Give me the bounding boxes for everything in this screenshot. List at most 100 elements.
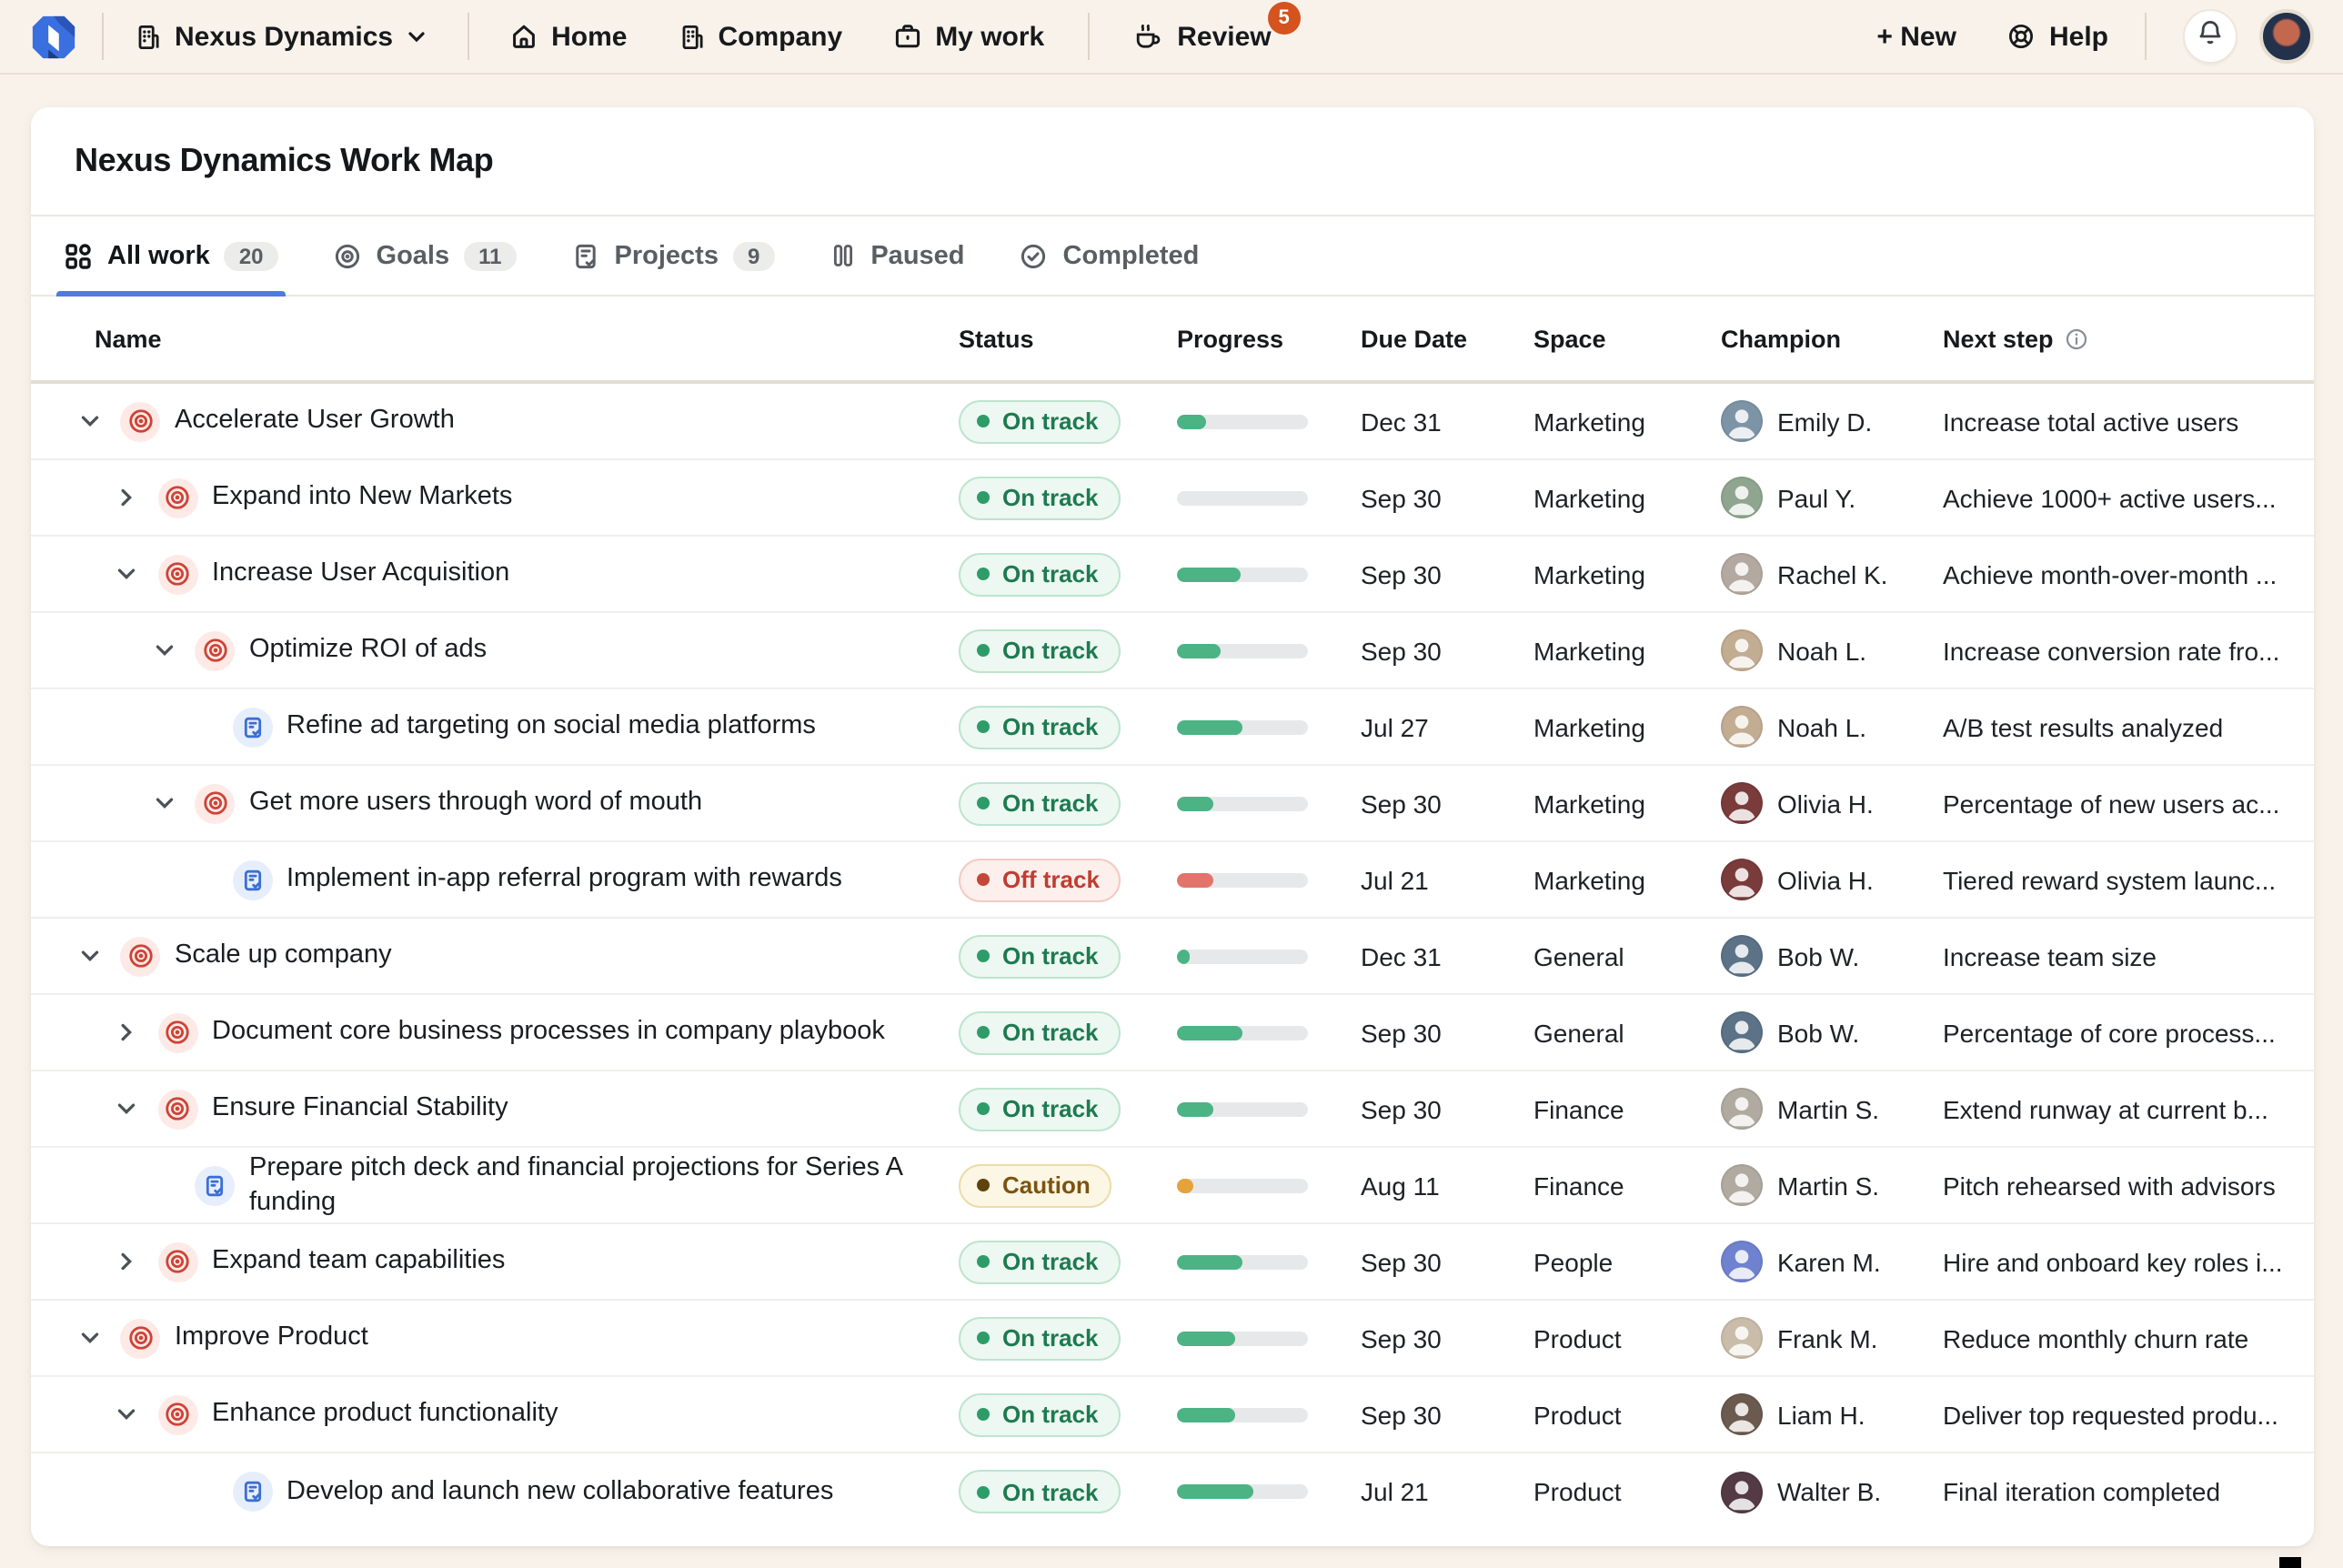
status-badge[interactable]: On track bbox=[959, 399, 1121, 443]
goal-row[interactable]: Expand into New MarketsOn trackSep 30Mar… bbox=[31, 460, 2314, 537]
next-step-cell: Percentage of core process... bbox=[1943, 1018, 2314, 1047]
goal-row[interactable]: Optimize ROI of adsOn trackSep 30Marketi… bbox=[31, 613, 2314, 689]
notifications-button[interactable] bbox=[2183, 9, 2237, 64]
lifebuoy-icon bbox=[2007, 22, 2036, 51]
champion-name: Olivia H. bbox=[1777, 865, 1874, 894]
chevron-down-icon[interactable] bbox=[73, 940, 106, 972]
item-name[interactable]: Refine ad targeting on social media plat… bbox=[287, 709, 816, 744]
progress-fill bbox=[1177, 719, 1242, 734]
chevron-down-icon[interactable] bbox=[110, 1398, 143, 1431]
org-switcher[interactable]: Nexus Dynamics bbox=[135, 21, 427, 52]
champion-avatar bbox=[1721, 1088, 1763, 1130]
goal-row[interactable]: Accelerate User GrowthOn trackDec 31Mark… bbox=[31, 384, 2314, 460]
progress-cell bbox=[1177, 490, 1361, 505]
chevron-down-icon[interactable] bbox=[110, 558, 143, 590]
status-badge[interactable]: On track bbox=[959, 705, 1121, 749]
item-name[interactable]: Ensure Financial Stability bbox=[212, 1091, 508, 1126]
chevron-down-icon[interactable] bbox=[73, 405, 106, 437]
nav-home[interactable]: Home bbox=[509, 21, 627, 52]
item-name[interactable]: Prepare pitch deck and financial project… bbox=[249, 1151, 959, 1219]
status-cell: On track bbox=[959, 1240, 1177, 1283]
chevron-right-icon[interactable] bbox=[110, 1245, 143, 1278]
item-name[interactable]: Get more users through word of mouth bbox=[249, 786, 702, 820]
goal-row[interactable]: Scale up companyOn trackDec 31GeneralBob… bbox=[31, 919, 2314, 995]
champion-avatar bbox=[1721, 1317, 1763, 1359]
user-avatar[interactable] bbox=[2259, 9, 2314, 64]
nav-my-work[interactable]: My work bbox=[893, 21, 1044, 52]
status-dot-icon bbox=[977, 950, 990, 962]
status-badge[interactable]: On track bbox=[959, 1087, 1121, 1131]
status-badge[interactable]: On track bbox=[959, 1316, 1121, 1360]
chevron-right-icon[interactable] bbox=[110, 481, 143, 514]
tab-paused[interactable]: Paused bbox=[825, 216, 968, 295]
space-cell: Marketing bbox=[1534, 865, 1721, 894]
item-name[interactable]: Enhance product functionality bbox=[212, 1397, 558, 1432]
space-cell: Product bbox=[1534, 1400, 1721, 1429]
help-button[interactable]: Help bbox=[2007, 21, 2108, 52]
goal-row[interactable]: Get more users through word of mouth On t… bbox=[31, 766, 2314, 842]
progress-fill bbox=[1177, 1178, 1194, 1192]
progress-bar bbox=[1177, 719, 1308, 734]
status-badge[interactable]: On track bbox=[959, 1392, 1121, 1436]
info-icon[interactable] bbox=[2065, 327, 2088, 350]
item-name[interactable]: Accelerate User Growth bbox=[175, 404, 455, 438]
tab-completed[interactable]: Completed bbox=[1016, 216, 1203, 295]
chevron-down-icon[interactable] bbox=[147, 634, 180, 667]
goal-row[interactable]: Expand team capabilitiesOn trackSep 30Pe… bbox=[31, 1224, 2314, 1301]
progress-fill bbox=[1177, 1101, 1213, 1116]
item-name[interactable]: Document core business processes in comp… bbox=[212, 1015, 885, 1050]
chevron-right-icon[interactable] bbox=[110, 1016, 143, 1049]
champion-avatar bbox=[1721, 400, 1763, 442]
goal-row[interactable]: Document core business processes in comp… bbox=[31, 995, 2314, 1071]
project-row[interactable]: Prepare pitch deck and financial project… bbox=[31, 1148, 2314, 1224]
status-badge[interactable]: On track bbox=[959, 781, 1121, 825]
status-label: On track bbox=[1002, 1095, 1099, 1122]
tab-all-work[interactable]: All work 20 bbox=[60, 216, 282, 295]
tab-goals[interactable]: Goals 11 bbox=[329, 216, 520, 295]
champion-name: Frank M. bbox=[1777, 1323, 1877, 1352]
table-header: Name Status Progress Due Date Space Cham… bbox=[31, 297, 2314, 384]
goal-row[interactable]: Ensure Financial StabilityOn trackSep 30… bbox=[31, 1071, 2314, 1148]
item-name[interactable]: Increase User Acquisition bbox=[212, 557, 509, 591]
project-clipboard-icon bbox=[232, 707, 272, 747]
progress-bar bbox=[1177, 1101, 1308, 1116]
status-dot-icon bbox=[977, 1485, 990, 1498]
champion-cell: Emily D. bbox=[1721, 400, 1943, 442]
name-cell: Refine ad targeting on social media plat… bbox=[31, 707, 959, 747]
item-name[interactable]: Optimize ROI of ads bbox=[249, 633, 487, 668]
item-name[interactable]: Expand into New Markets bbox=[212, 480, 512, 515]
chevron-down-icon[interactable] bbox=[110, 1092, 143, 1125]
chevron-down-icon[interactable] bbox=[73, 1322, 106, 1354]
progress-cell bbox=[1177, 719, 1361, 734]
due-date-cell: Dec 31 bbox=[1361, 941, 1534, 970]
status-badge[interactable]: On track bbox=[959, 1470, 1121, 1513]
project-row[interactable]: Refine ad targeting on social media plat… bbox=[31, 689, 2314, 766]
tab-projects[interactable]: Projects 9 bbox=[568, 216, 779, 295]
goal-row[interactable]: Improve ProductOn trackSep 30ProductFran… bbox=[31, 1301, 2314, 1377]
item-name[interactable]: Develop and launch new collaborative fea… bbox=[287, 1474, 833, 1509]
nav-review[interactable]: Review 5 bbox=[1133, 21, 1271, 52]
project-row[interactable]: Develop and launch new collaborative fea… bbox=[31, 1453, 2314, 1530]
status-badge[interactable]: On track bbox=[959, 1010, 1121, 1054]
status-label: On track bbox=[1002, 942, 1099, 970]
status-badge[interactable]: Off track bbox=[959, 858, 1121, 901]
item-name[interactable]: Expand team capabilities bbox=[212, 1244, 505, 1279]
status-badge[interactable]: On track bbox=[959, 1240, 1121, 1283]
status-badge[interactable]: On track bbox=[959, 476, 1121, 519]
item-name[interactable]: Improve Product bbox=[175, 1321, 368, 1355]
nav-company[interactable]: Company bbox=[679, 21, 843, 52]
new-button[interactable]: + New bbox=[1876, 21, 1956, 52]
item-name[interactable]: Scale up company bbox=[175, 939, 392, 973]
item-name[interactable]: Implement in-app referral program with r… bbox=[287, 862, 842, 897]
status-badge[interactable]: Caution bbox=[959, 1163, 1112, 1207]
progress-cell bbox=[1177, 872, 1361, 887]
chevron-down-icon[interactable] bbox=[147, 787, 180, 819]
project-row[interactable]: Implement in-app referral program with r… bbox=[31, 842, 2314, 919]
goal-row[interactable]: Increase User AcquisitionOn trackSep 30M… bbox=[31, 537, 2314, 613]
progress-fill bbox=[1177, 1484, 1253, 1499]
org-logo-icon[interactable] bbox=[29, 12, 78, 61]
status-badge[interactable]: On track bbox=[959, 934, 1121, 978]
status-badge[interactable]: On track bbox=[959, 552, 1121, 596]
status-badge[interactable]: On track bbox=[959, 628, 1121, 672]
goal-row[interactable]: Enhance product functionalityOn trackSep… bbox=[31, 1377, 2314, 1453]
